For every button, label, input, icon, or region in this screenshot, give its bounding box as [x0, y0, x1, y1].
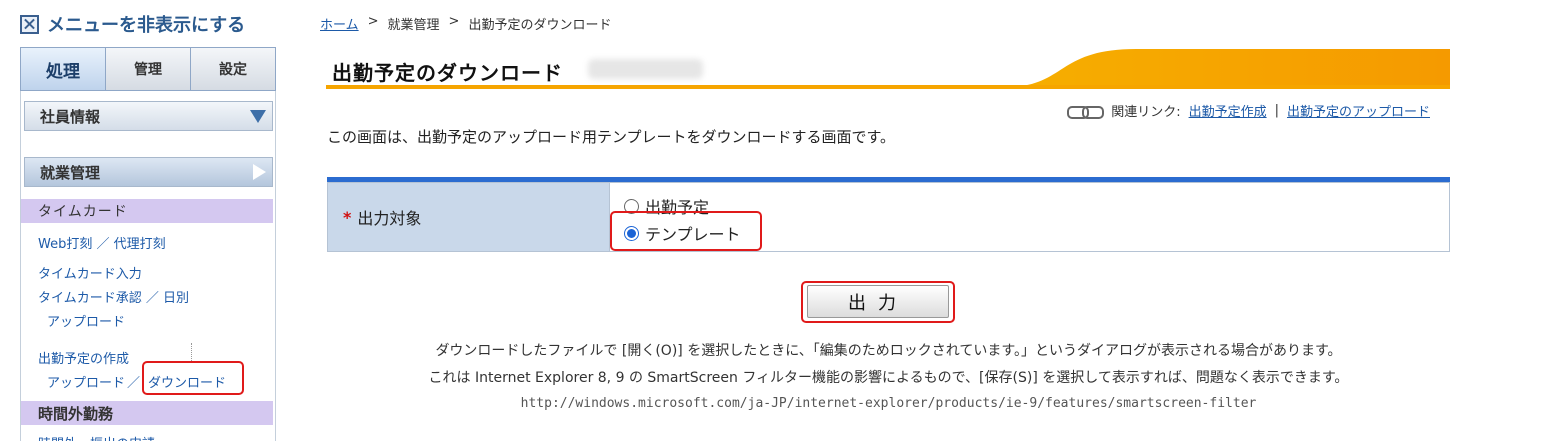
breadcrumb-separator: >	[367, 14, 379, 29]
section-employee-info-label: 社員情報	[40, 107, 101, 126]
sidebar-link-timecard-approval[interactable]: タイムカード承認 ／ 日別	[38, 287, 189, 306]
related-link-shukkin-upload[interactable]: 出勤予定のアップロード	[1287, 101, 1430, 120]
related-links-label: 関連リンク:	[1111, 105, 1181, 120]
related-link-separator: |	[1274, 103, 1279, 118]
dotted-divider	[191, 343, 192, 363]
sidebar-menu: 社員情報 就業管理 タイムカード Web打刻 ／ 代理打刻 タイムカード入力 タ…	[20, 91, 276, 441]
breadcrumb-separator: >	[448, 14, 460, 29]
close-box-icon	[20, 14, 39, 34]
page-description: この画面は、出勤予定のアップロード用テンプレートをダウンロードする画面です。	[327, 128, 896, 146]
sidebar-link-shukkin-upload[interactable]: アップロード	[47, 372, 125, 391]
sidebar-link-timecard-upload[interactable]: アップロード	[47, 311, 125, 330]
output-target-label: 出力対象	[357, 209, 422, 228]
sidebar-link-web-dakoku[interactable]: Web打刻 ／ 代理打刻	[38, 233, 166, 252]
output-target-form: * 出力対象 出勤予定 テンプレート	[327, 182, 1450, 252]
sidebar-link-timecard-input[interactable]: タイムカード入力	[38, 263, 142, 282]
template-option-highlight	[610, 211, 762, 251]
section-employee-info[interactable]: 社員情報	[24, 101, 273, 131]
smartscreen-url-link[interactable]: http://windows.microsoft.com/ja-JP/inter…	[327, 396, 1450, 411]
required-mark: *	[343, 207, 352, 227]
sidebar-tabs: 処理 管理 設定	[20, 47, 276, 91]
link-chain-icon	[1067, 105, 1105, 119]
hide-menu-label: メニューを非表示にする	[47, 15, 246, 36]
sidebar-link-separator: ／	[127, 376, 141, 391]
hide-menu-toggle[interactable]: メニューを非表示にする	[20, 11, 245, 37]
tab-settei[interactable]: 設定	[190, 48, 275, 90]
output-target-label-cell: * 出力対象	[328, 183, 610, 251]
breadcrumb: ホーム > 就業管理 > 出勤予定のダウンロード	[320, 14, 611, 33]
download-link-highlight	[142, 361, 244, 395]
related-link-shukkin-create[interactable]: 出勤予定作成	[1189, 101, 1267, 120]
breadcrumb-work-management: 就業管理	[387, 18, 440, 33]
output-button[interactable]: 出力	[807, 285, 949, 318]
breadcrumb-home[interactable]: ホーム	[320, 14, 359, 33]
triangle-down-icon	[250, 109, 266, 123]
section-work-management[interactable]: 就業管理	[24, 157, 273, 187]
subsection-overtime: 時間外勤務	[21, 401, 273, 425]
section-work-management-label: 就業管理	[40, 163, 101, 182]
sidebar-link-shukkin-create[interactable]: 出勤予定の作成	[38, 348, 129, 367]
breadcrumb-current: 出勤予定のダウンロード	[468, 18, 612, 33]
redacted-company-name	[588, 59, 703, 79]
triangle-right-icon	[253, 164, 266, 180]
subsection-timecard: タイムカード	[21, 199, 273, 223]
note-line-1: ダウンロードしたファイルで [開く(O)] を選択したときに、「編集のためロック…	[435, 343, 1342, 359]
page-title: 出勤予定のダウンロード	[332, 61, 563, 85]
tab-shori[interactable]: 処理	[21, 48, 105, 90]
tab-kanri[interactable]: 管理	[105, 48, 190, 90]
related-links: 関連リンク: 出勤予定作成 | 出勤予定のアップロード	[1067, 101, 1430, 120]
sidebar-link-overtime-request[interactable]: 時間外・振出の申請	[38, 433, 155, 441]
note-line-2: これは Internet Explorer 8, 9 の SmartScreen…	[428, 370, 1349, 386]
page-title-bar: 出勤予定のダウンロード	[326, 49, 1450, 89]
